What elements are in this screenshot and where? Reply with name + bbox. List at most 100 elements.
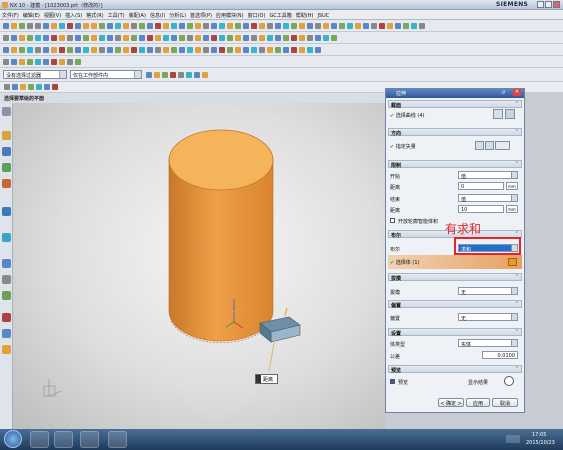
snap-quadrant-icon[interactable] — [43, 58, 49, 65]
menu-tools[interactable]: 工具(T) — [108, 12, 125, 19]
linear-dimension-icon[interactable] — [123, 46, 129, 53]
show-hide-icon[interactable] — [323, 22, 329, 29]
mold-wizard-icon[interactable] — [323, 34, 329, 41]
through-curves-icon[interactable] — [147, 34, 153, 41]
shell-icon[interactable] — [187, 22, 193, 29]
dialog-title-bar[interactable]: 拉伸 ↺ ✕ — [386, 89, 524, 98]
polygon-icon[interactable] — [43, 34, 49, 41]
minimize-button[interactable] — [537, 1, 544, 8]
move-object-icon[interactable] — [203, 34, 209, 41]
slot-icon[interactable] — [211, 46, 217, 53]
sketch-icon[interactable] — [75, 22, 81, 29]
history-icon[interactable] — [2, 259, 11, 268]
menu-application[interactable]: 应用模块(N) — [216, 12, 244, 19]
dialog-close-icon[interactable]: ✕ — [513, 89, 521, 96]
menu-file[interactable]: 文件(F) — [2, 12, 19, 19]
split-body-icon[interactable] — [227, 22, 233, 29]
sheet-metal-icon[interactable] — [307, 34, 313, 41]
cancel-button[interactable]: 取消 — [492, 398, 518, 407]
render-icon[interactable] — [307, 22, 313, 29]
measure-icon[interactable] — [291, 22, 297, 29]
menu-format[interactable]: 格式(R) — [86, 12, 103, 19]
swept-icon[interactable] — [155, 34, 161, 41]
transform-icon[interactable] — [211, 34, 217, 41]
reset-icon[interactable]: ↺ — [501, 90, 505, 96]
settings-icon[interactable] — [2, 107, 11, 116]
cam-icon[interactable] — [283, 34, 289, 41]
block-icon[interactable] — [115, 22, 121, 29]
end-distance-input[interactable]: 10 — [458, 205, 504, 213]
tolerance-input[interactable]: 0.0100 — [482, 351, 518, 359]
end-type-dropdown[interactable]: 值 — [458, 194, 518, 203]
system-scene-icon[interactable] — [2, 329, 11, 338]
simplify-icon[interactable] — [283, 46, 289, 53]
start-distance-unit[interactable]: mm — [506, 182, 518, 190]
tray-icons[interactable] — [506, 435, 520, 443]
roles-icon[interactable] — [267, 34, 273, 41]
dart-icon[interactable] — [235, 46, 241, 53]
ok-button[interactable]: < 确定 > — [438, 398, 464, 407]
radial-dimension-icon[interactable] — [139, 46, 145, 53]
wrap-geometry-icon[interactable] — [267, 46, 273, 53]
label-chamfer-icon[interactable] — [163, 46, 169, 53]
extend-icon[interactable] — [75, 34, 81, 41]
start-button[interactable] — [4, 430, 22, 448]
close-button[interactable] — [553, 1, 560, 8]
drafting-icon[interactable] — [275, 34, 281, 41]
taskbar-app-1[interactable] — [30, 431, 49, 448]
snap-control-icon[interactable] — [19, 58, 25, 65]
make-parallel-icon[interactable] — [107, 46, 113, 53]
start-type-dropdown[interactable]: 值 — [458, 171, 518, 180]
inferred-vector-icon[interactable] — [495, 141, 510, 150]
settings-icon[interactable] — [419, 22, 425, 29]
body-type-dropdown[interactable]: 实体 — [458, 339, 518, 348]
simulation-icon[interactable] — [291, 34, 297, 41]
roles-icon[interactable] — [2, 313, 11, 322]
hole-icon[interactable] — [99, 22, 105, 29]
layer-icon[interactable] — [315, 22, 321, 29]
select-curves-icon[interactable] — [202, 72, 208, 78]
fillet-icon[interactable] — [59, 34, 65, 41]
wcs-icon[interactable] — [219, 34, 225, 41]
taskbar-app-4[interactable] — [108, 431, 127, 448]
constraint-navigator-icon[interactable] — [2, 163, 11, 172]
select-components-icon[interactable] — [194, 72, 200, 78]
project-curve-icon[interactable] — [91, 34, 97, 41]
boss-icon[interactable] — [107, 22, 113, 29]
line-icon[interactable] — [11, 34, 17, 41]
part-navigator-icon[interactable] — [235, 34, 241, 41]
process-studio-icon[interactable] — [2, 291, 11, 300]
menu-window[interactable]: 窗口(O) — [248, 12, 266, 19]
right-view-icon[interactable] — [411, 22, 417, 29]
select-curve-row[interactable]: ✔ 选择曲线 (4) — [390, 112, 424, 119]
snap-bounded-grid-icon[interactable] — [75, 58, 81, 65]
menu-edit[interactable]: 编辑(E) — [23, 12, 40, 19]
ruled-icon[interactable] — [163, 34, 169, 41]
make-coaxial-icon[interactable] — [83, 46, 89, 53]
delete-icon[interactable] — [67, 22, 73, 29]
expression-icon[interactable] — [227, 34, 233, 41]
distance-tag[interactable]: 距离 — [255, 374, 278, 384]
menu-help[interactable]: 帮助(H) — [296, 12, 314, 19]
top-view-icon[interactable] — [395, 22, 401, 29]
patch-body-icon[interactable] — [275, 46, 281, 53]
save-icon[interactable] — [19, 22, 25, 29]
snap-cross-icon[interactable] — [52, 84, 58, 90]
menu-assemblies[interactable]: 装配(A) — [129, 12, 146, 19]
menu-insert[interactable]: 插入(S) — [65, 12, 82, 19]
history-icon[interactable] — [259, 34, 265, 41]
routing-icon[interactable] — [315, 34, 321, 41]
preview-header[interactable]: 预览 ⌃ — [388, 365, 522, 374]
menu-analysis[interactable]: 分析(L) — [169, 12, 186, 19]
snap-existing-point-icon[interactable] — [51, 58, 57, 65]
redo-icon[interactable] — [35, 22, 41, 29]
start-distance-input[interactable]: 0 — [458, 182, 504, 190]
snap-tangent-icon[interactable] — [36, 84, 42, 90]
copy-face-icon[interactable] — [51, 46, 57, 53]
mirror-icon[interactable] — [203, 22, 209, 29]
resize-blend-icon[interactable] — [35, 46, 41, 53]
snap-center-icon[interactable] — [35, 58, 41, 65]
synchronous-move-icon[interactable] — [3, 46, 9, 53]
open-icon[interactable] — [11, 22, 17, 29]
enlarge-icon[interactable] — [307, 46, 313, 53]
